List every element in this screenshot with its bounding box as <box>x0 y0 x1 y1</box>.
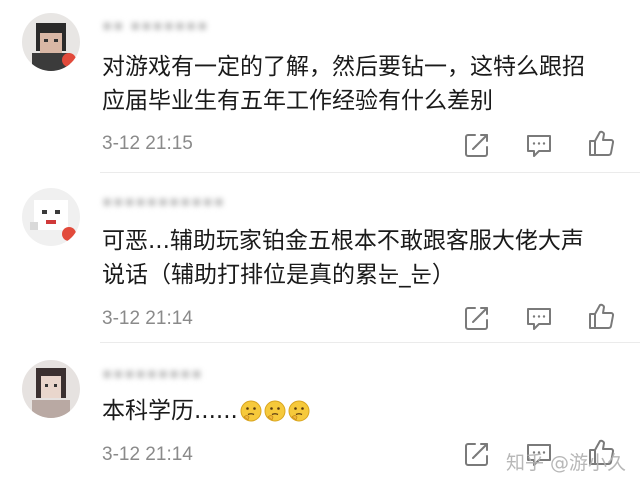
watermark: 知乎 @游小久 <box>506 452 627 474</box>
comment-time: 3-12 21:14 <box>102 308 193 329</box>
comment-text: 本科学历...... <box>102 394 622 432</box>
comment-icon[interactable] <box>524 130 554 160</box>
thumbs-up-icon[interactable] <box>586 301 616 331</box>
avatar[interactable] <box>22 188 80 246</box>
reply-icon[interactable] <box>462 303 492 333</box>
comment-time: 3-12 21:15 <box>102 133 193 154</box>
comment-time: 3-12 21:14 <box>102 444 193 465</box>
thinking-face-emoji <box>264 398 286 432</box>
comment-icon[interactable] <box>524 303 554 333</box>
thinking-face-emoji <box>288 398 310 432</box>
comment-text: 对游戏有一定的了解，然后要钻一，这特么跟招 应届毕业生有五年工作经验有什么差别 <box>102 54 585 114</box>
avatar[interactable] <box>22 360 80 418</box>
username[interactable]: ▪▪ ▪▪▪▪▪▪▪ <box>102 16 208 34</box>
avatar[interactable] <box>22 13 80 71</box>
reply-icon[interactable] <box>462 130 492 160</box>
thumbs-up-icon[interactable] <box>586 128 616 158</box>
reply-icon[interactable] <box>462 439 492 469</box>
username[interactable]: ▪▪▪▪▪▪▪▪▪ <box>102 364 203 382</box>
comment-text: 可恶...辅助玩家铂金五根本不敢跟客服大佬大声 说话（辅助打排位是真的累눈_눈） <box>102 228 584 288</box>
comment-text-value: 本科学历...... <box>102 398 238 424</box>
comment-item: ▪▪ ▪▪▪▪▪▪▪ 对游戏有一定的了解，然后要钻一，这特么跟招 应届毕业生有五… <box>0 0 640 170</box>
username[interactable]: ▪▪▪▪▪▪▪▪▪▪▪ <box>102 192 225 210</box>
comment-item: ▪▪▪▪▪▪▪▪▪▪▪ 可恶...辅助玩家铂金五根本不敢跟客服大佬大声 说话（辅… <box>0 172 640 340</box>
thinking-face-emoji <box>240 398 262 432</box>
